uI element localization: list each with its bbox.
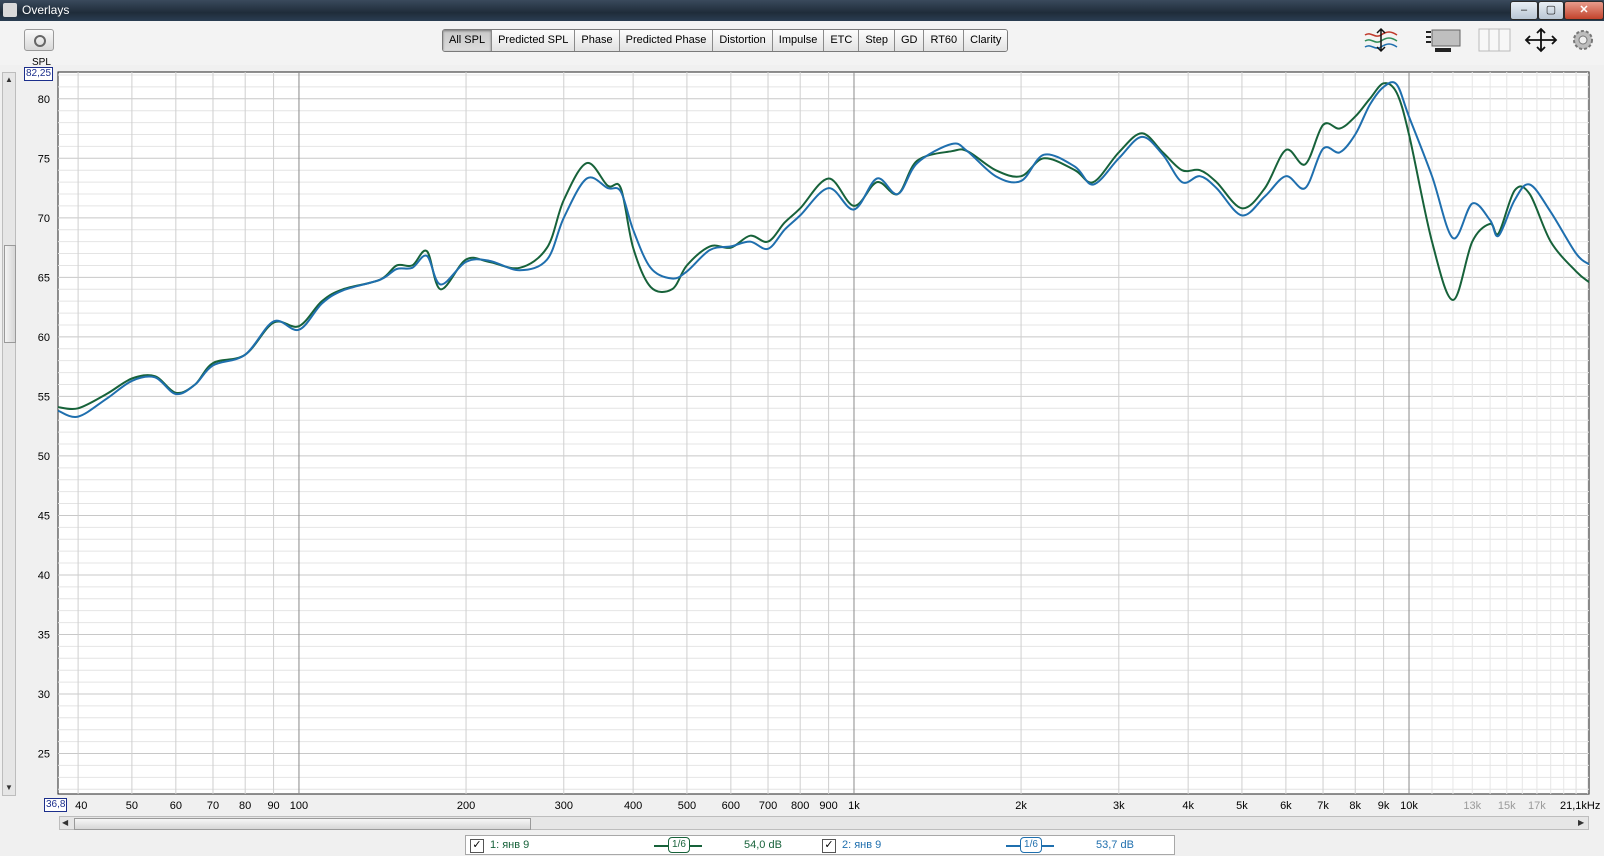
- x-tick-label: 4k: [1182, 800, 1194, 812]
- x-tick-label: 40: [75, 800, 87, 812]
- x-tick-label: 100: [290, 800, 308, 812]
- horizontal-scroll-thumb[interactable]: [74, 818, 531, 830]
- x-tick-label: 17k: [1528, 800, 1546, 812]
- legend-2-name: 2: янв 9: [842, 839, 882, 851]
- x-tick-labels: 40 50 60 70 80 90 100 200 300 400 500 600 700 800 900 1…: [75, 800, 1546, 812]
- legend-1-smoothing[interactable]: 1/6: [668, 837, 690, 853]
- x-tick-label: 600: [722, 800, 740, 812]
- scroll-left-arrow-icon[interactable]: ◀: [62, 818, 68, 827]
- x-tick-label: 900: [819, 800, 837, 812]
- y-tick-label: 40: [38, 570, 50, 582]
- x-tick-label: 15k: [1498, 800, 1516, 812]
- x-tick-label: 2k: [1015, 800, 1027, 812]
- x-tick-label: 9k: [1378, 800, 1390, 812]
- y-tick-label: 75: [38, 153, 50, 165]
- x-tick-label: 90: [267, 800, 279, 812]
- x-tick-label: 7k: [1317, 800, 1329, 812]
- spl-chart[interactable]: 25 30 35 40 45 50 55 60 65 70 75 80 40 50 60 70 80 90 100…: [0, 0, 1604, 814]
- y-tick-label: 55: [38, 391, 50, 403]
- x-tick-label: 200: [457, 800, 475, 812]
- x-tick-label: 500: [678, 800, 696, 812]
- y-tick-label: 60: [38, 332, 50, 344]
- x-tick-label: 6k: [1280, 800, 1292, 812]
- scroll-right-arrow-icon[interactable]: ▶: [1578, 818, 1584, 827]
- legend-1-name: 1: янв 9: [490, 839, 530, 851]
- y-tick-labels: 25 30 35 40 45 50 55 60 65 70 75 80: [38, 94, 50, 761]
- y-tick-label: 70: [38, 213, 50, 225]
- x-tick-label: 1k: [848, 800, 860, 812]
- x-tick-label: 10k: [1400, 800, 1418, 812]
- x-tick-label: 3k: [1113, 800, 1125, 812]
- x-tick-label: 800: [791, 800, 809, 812]
- y-tick-label: 30: [38, 689, 50, 701]
- x-tick-label: 80: [239, 800, 251, 812]
- legend-1-checkbox[interactable]: ✓: [470, 839, 484, 853]
- y-tick-label: 25: [38, 749, 50, 761]
- x-tick-label: 700: [759, 800, 777, 812]
- y-tick-label: 65: [38, 272, 50, 284]
- legend-1-level: 54,0 dB: [744, 839, 782, 851]
- y-tick-label: 50: [38, 451, 50, 463]
- x-tick-label: 13k: [1463, 800, 1481, 812]
- x-tick-label: 8k: [1349, 800, 1361, 812]
- y-tick-label: 35: [38, 629, 50, 641]
- x-tick-label: 50: [126, 800, 138, 812]
- legend-2-smoothing[interactable]: 1/6: [1020, 837, 1042, 853]
- legend-bar: ✓ 1: янв 9 1/6 54,0 dB ✓ 2: янв 9 1/6 53…: [465, 835, 1175, 855]
- y-tick-label: 80: [38, 94, 50, 106]
- y-tick-label: 45: [38, 510, 50, 522]
- x-tick-label: 70: [207, 800, 219, 812]
- x-tick-label: 5k: [1236, 800, 1248, 812]
- horizontal-scrollbar[interactable]: ◀ ▶: [59, 816, 1589, 830]
- legend-2-checkbox[interactable]: ✓: [822, 839, 836, 853]
- x-tick-label: 400: [624, 800, 642, 812]
- x-axis-end-label: 21,1kHz: [1560, 800, 1600, 812]
- x-tick-label: 300: [555, 800, 573, 812]
- x-tick-label: 60: [170, 800, 182, 812]
- legend-2-level: 53,7 dB: [1096, 839, 1134, 851]
